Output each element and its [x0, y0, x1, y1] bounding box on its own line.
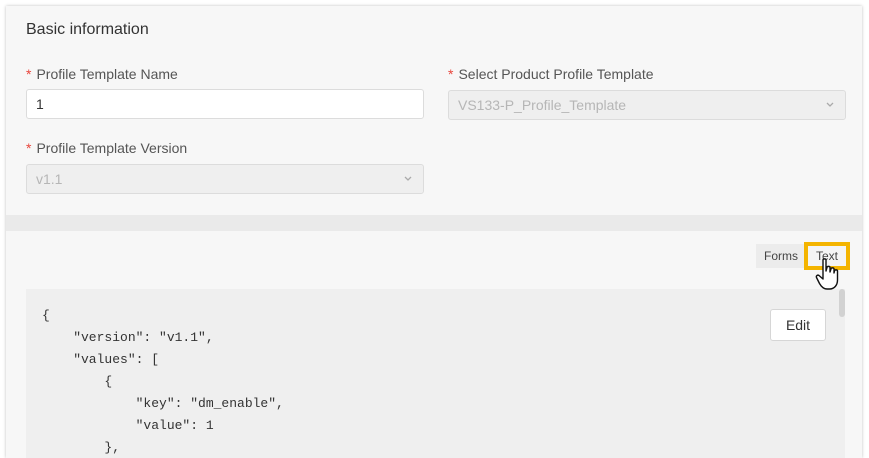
- code-line: "value": 1: [42, 418, 214, 433]
- product-profile-template-select[interactable]: VS133-P_Profile_Template: [448, 90, 846, 120]
- profile-template-panel: Basic information * Profile Template Name…: [6, 6, 862, 458]
- section-title: Basic information: [26, 21, 149, 38]
- section-divider: [6, 215, 862, 231]
- profile-template-name-value: 1: [36, 96, 44, 112]
- profile-template-name-label: * Profile Template Name: [26, 66, 178, 82]
- template-content-section: Forms Text { "version": "v1.1", "values"…: [6, 231, 862, 458]
- required-mark: *: [448, 66, 454, 82]
- chevron-down-icon: [826, 102, 834, 107]
- required-mark: *: [26, 66, 32, 82]
- required-mark: *: [26, 140, 32, 156]
- profile-template-version-select[interactable]: v1.1: [26, 164, 424, 194]
- profile-template-version-label: * Profile Template Version: [26, 140, 187, 156]
- profile-template-version-value: v1.1: [36, 171, 63, 187]
- json-code: { "version": "v1.1", "values": [ { "key"…: [42, 305, 284, 458]
- scrollbar[interactable]: [839, 289, 845, 317]
- product-profile-template-label: * Select Product Profile Template: [448, 66, 654, 82]
- code-line: "version": "v1.1",: [42, 330, 214, 345]
- profile-template-version-label-text: Profile Template Version: [36, 140, 188, 156]
- json-editor[interactable]: { "version": "v1.1", "values": [ { "key"…: [26, 289, 845, 458]
- chevron-down-icon: [404, 176, 412, 181]
- profile-template-name-label-text: Profile Template Name: [36, 66, 178, 82]
- code-line: {: [42, 374, 113, 389]
- forms-view-button[interactable]: Forms: [756, 244, 806, 268]
- code-line: "values": [: [42, 352, 160, 367]
- product-profile-template-label-text: Select Product Profile Template: [458, 66, 654, 82]
- product-profile-template-value: VS133-P_Profile_Template: [458, 97, 627, 113]
- code-line: {: [42, 308, 50, 323]
- code-line: "key": "dm_enable",: [42, 396, 284, 411]
- profile-template-name-input[interactable]: 1: [26, 89, 424, 119]
- basic-information-section: Basic information * Profile Template Name…: [6, 6, 862, 215]
- edit-button[interactable]: Edit: [770, 309, 826, 341]
- hand-pointer-icon: [815, 258, 839, 290]
- code-line: },: [42, 440, 121, 455]
